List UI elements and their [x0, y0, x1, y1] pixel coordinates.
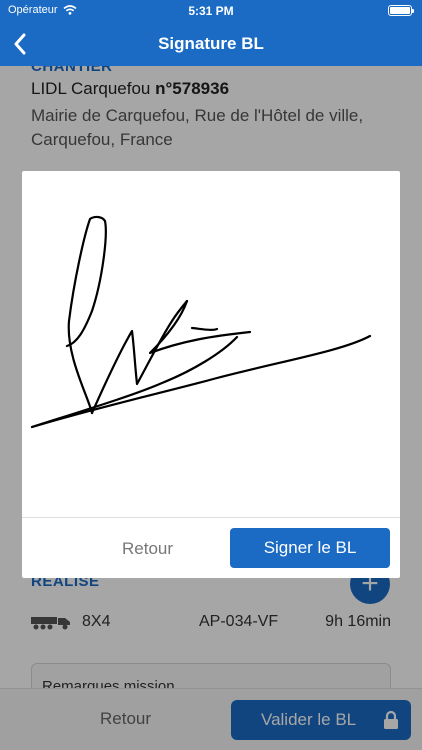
- signature-dialog: Retour Signer le BL: [22, 171, 400, 578]
- dialog-retour-button[interactable]: Retour: [122, 539, 173, 559]
- battery-icon: [388, 5, 414, 16]
- signature-pad[interactable]: [22, 171, 400, 517]
- top-bar: Opérateur 5:31 PM Signature BL: [0, 0, 422, 66]
- status-time: 5:31 PM: [188, 4, 234, 18]
- dialog-divider: [22, 517, 400, 518]
- status-bar: Opérateur 5:31 PM: [0, 0, 422, 22]
- signature-strokes: [30, 215, 372, 429]
- sign-bl-button[interactable]: Signer le BL: [230, 528, 390, 568]
- page-title: Signature BL: [158, 34, 264, 53]
